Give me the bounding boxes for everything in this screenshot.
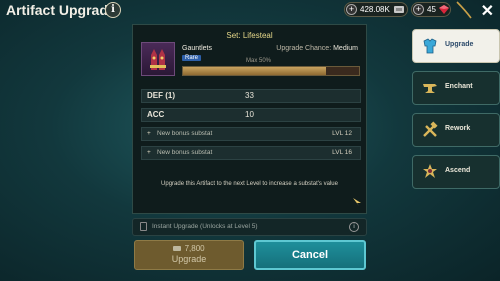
stat-label: DEF (1) — [147, 91, 175, 100]
upgrade-cost-value: 7,800 — [184, 244, 205, 253]
tab-label: Ascend — [445, 167, 471, 174]
artifact-name: Gauntlets — [182, 45, 212, 52]
tools-icon — [423, 121, 438, 137]
upgrade-note: Upgrade this Artifact to the next Level … — [161, 181, 338, 187]
tab-rework[interactable]: Rework — [412, 113, 500, 147]
plus-icon: + — [147, 130, 151, 137]
close-icon[interactable]: ✕ — [481, 1, 494, 21]
artifact-image — [141, 42, 175, 76]
stat-row: DEF (1) 33 — [141, 89, 361, 103]
gauntlets-icon — [150, 49, 166, 70]
upgrade-chance-value: Medium — [333, 45, 358, 52]
upgrade-cost: 7,800 — [135, 244, 243, 253]
silver-icon — [173, 246, 182, 251]
instant-upgrade-row: Instant Upgrade (Unlocks at Level 5) i — [132, 218, 367, 236]
tab-label: Rework — [445, 125, 471, 132]
stat-value: 10 — [245, 110, 254, 119]
substat-row: + New bonus substat LVL 16 — [141, 146, 361, 160]
upgrade-chance-fill — [183, 67, 326, 75]
tab-label: Enchant — [445, 83, 473, 90]
info-icon[interactable]: i — [105, 2, 121, 18]
gem-amount: 45 — [427, 5, 436, 14]
stat-label: ACC — [147, 110, 165, 119]
anvil-icon — [423, 84, 437, 93]
upgrade-button-label: Upgrade — [171, 254, 207, 264]
upgrade-chance-label: Upgrade Chance: — [276, 45, 332, 52]
substat-label: New bonus substat — [157, 130, 213, 137]
substat-row: + New bonus substat LVL 12 — [141, 127, 361, 141]
lock-icon — [140, 222, 147, 231]
stat-value: 33 — [245, 91, 254, 100]
ruby-icon — [439, 5, 449, 14]
add-gems-button[interactable]: + — [413, 4, 424, 15]
tab-enchant[interactable]: Enchant — [412, 71, 500, 105]
substat-level: LVL 12 — [332, 130, 352, 137]
instant-upgrade-label: Instant Upgrade (Unlocks at Level 5) — [152, 223, 258, 230]
ornament-icon — [456, 1, 472, 19]
upgrade-chance-bar — [182, 66, 360, 76]
info-icon[interactable]: i — [349, 222, 359, 232]
max-chance-label: Max 50% — [246, 58, 272, 64]
upgrade-button[interactable]: 7,800 Upgrade — [134, 240, 244, 270]
page-title: Artifact Upgrade — [6, 2, 116, 18]
ascend-icon — [423, 164, 437, 178]
stat-row: ACC 10 — [141, 108, 361, 122]
upgrade-chance: Upgrade Chance: Medium — [276, 45, 358, 52]
arrow-decoration-icon — [353, 198, 361, 206]
tab-label: Upgrade — [445, 41, 474, 48]
tab-upgrade[interactable]: Upgrade — [412, 29, 500, 63]
gem-counter[interactable]: + 45 — [411, 2, 451, 17]
substat-label: New bonus substat — [157, 149, 213, 156]
silver-icon — [394, 6, 404, 13]
substat-level: LVL 16 — [332, 149, 352, 156]
silver-counter[interactable]: + 428.08K — [344, 2, 408, 17]
add-silver-button[interactable]: + — [346, 4, 357, 15]
rarity-badge: Rare — [182, 55, 202, 61]
plus-icon: + — [147, 149, 151, 156]
tab-ascend[interactable]: Ascend — [412, 155, 500, 189]
set-title: Set: Lifesteal — [226, 31, 273, 40]
artifact-panel: Set: Lifesteal Gauntlets Rare Upgrade Ch… — [132, 24, 367, 214]
cancel-button[interactable]: Cancel — [254, 240, 366, 270]
silver-amount: 428.08K — [360, 5, 390, 14]
armor-icon — [423, 38, 437, 54]
